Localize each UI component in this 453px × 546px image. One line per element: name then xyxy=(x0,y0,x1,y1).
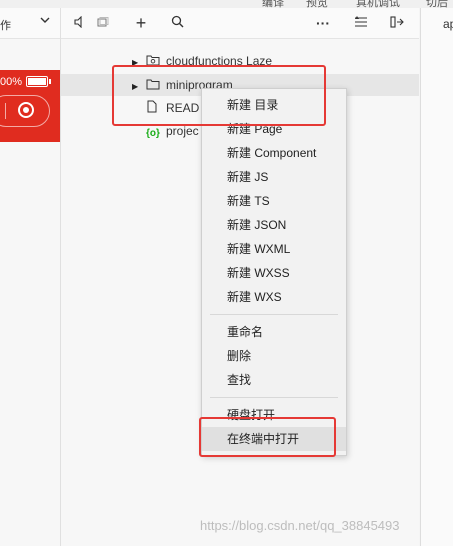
device-selector-label[interactable]: 作 xyxy=(0,17,11,33)
annotation-box-new-folder xyxy=(112,65,326,126)
more-icon[interactable]: ··· xyxy=(313,14,333,32)
window-icon[interactable] xyxy=(93,14,113,32)
simulator-toolbar: 作 xyxy=(0,8,60,39)
top-menu-bar: 编译 预览 真机调试 切后台 xyxy=(0,0,453,8)
explorer-toolbar: + ··· xyxy=(61,8,419,39)
menu-rename[interactable]: 重命名 xyxy=(202,320,346,344)
menu-delete[interactable]: 删除 xyxy=(202,344,346,368)
chevron-down-icon[interactable] xyxy=(40,16,50,27)
volume-icon[interactable] xyxy=(69,14,89,32)
phone-status-bar: 00% xyxy=(0,70,60,142)
menu-new-js[interactable]: 新建 JS xyxy=(202,165,346,189)
menu-separator xyxy=(210,397,338,398)
battery-percent: 00% xyxy=(0,76,23,88)
menu-separator xyxy=(210,314,338,315)
menu-new-wxs[interactable]: 新建 WXS xyxy=(202,285,346,309)
capsule-divider xyxy=(5,103,6,119)
battery-icon xyxy=(26,76,51,87)
add-file-icon[interactable]: + xyxy=(131,14,151,32)
annotation-box-open-terminal xyxy=(199,417,336,457)
menu-new-component[interactable]: 新建 Component xyxy=(202,141,346,165)
search-icon[interactable] xyxy=(167,14,187,32)
context-menu: 新建 目录 新建 Page 新建 Component 新建 JS 新建 TS 新… xyxy=(201,88,347,456)
collapse-icon[interactable] xyxy=(351,14,371,32)
menu-new-json[interactable]: 新建 JSON xyxy=(202,213,346,237)
menu-new-ts[interactable]: 新建 TS xyxy=(202,189,346,213)
cloud-folder-icon xyxy=(146,51,160,66)
editor-pane: ap xyxy=(420,8,453,546)
tree-item-label: projec xyxy=(166,124,199,138)
menu-debug[interactable]: 真机调试 xyxy=(356,0,400,8)
close-target-icon[interactable] xyxy=(18,102,34,118)
menu-compile[interactable]: 编译 xyxy=(262,0,284,8)
simulator-pane: 作 00% xyxy=(0,8,61,546)
watermark: https://blog.csdn.net/qq_38845493 xyxy=(200,518,400,533)
capsule-button[interactable] xyxy=(0,95,50,127)
split-icon[interactable] xyxy=(387,14,407,32)
menu-preview[interactable]: 预览 xyxy=(306,0,328,8)
menu-new-wxml[interactable]: 新建 WXML xyxy=(202,237,346,261)
menu-background[interactable]: 切后台 xyxy=(426,0,453,8)
menu-new-wxss[interactable]: 新建 WXSS xyxy=(202,261,346,285)
menu-find[interactable]: 查找 xyxy=(202,368,346,392)
editor-tab[interactable]: ap xyxy=(443,17,453,31)
